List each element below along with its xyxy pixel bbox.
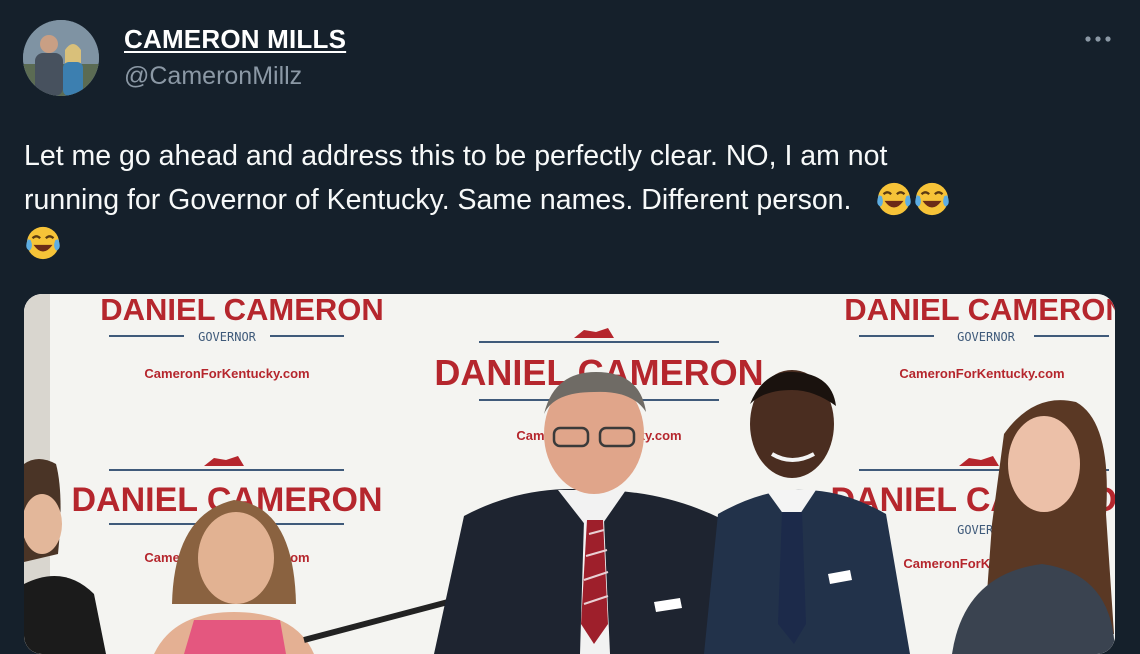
tweet-text-line-2: running for Governor of Kentucky. Same n… (24, 178, 1114, 222)
tweet-text-line-1: Let me go ahead and address this to be p… (24, 140, 888, 172)
banner-site: CameronForKentucky.com (144, 366, 309, 381)
tweet-text: Let me go ahead and address this to be p… (24, 134, 1114, 266)
profile-photo-icon (23, 20, 99, 96)
tweet-media-photo[interactable]: DANIEL CAMERON GOVERNOR CameronForKentuc… (24, 294, 1115, 654)
author-handle[interactable]: @CameronMillz (124, 62, 302, 91)
face-with-tears-of-joy-icon (915, 182, 949, 216)
banner-office: GOVERNOR (198, 330, 257, 344)
face-with-tears-of-joy-icon (26, 226, 60, 260)
face-with-tears-of-joy-icon (877, 182, 911, 216)
banner-office: GOVERNOR (957, 330, 1016, 344)
more-options-button[interactable] (1078, 26, 1118, 52)
press-conference-photo: DANIEL CAMERON GOVERNOR CameronForKentuc… (24, 294, 1115, 654)
avatar[interactable] (23, 20, 99, 96)
tweet-text-line-2-text: running for Governor of Kentucky. Same n… (24, 184, 852, 216)
tweet-text-line-3 (24, 222, 1114, 266)
banner-name: DANIEL CAMERON (844, 294, 1115, 327)
more-icon (1085, 36, 1111, 42)
author-display-name[interactable]: CAMERON MILLS (124, 24, 346, 55)
banner-site: CameronForKentucky.com (899, 366, 1064, 381)
banner-name: DANIEL CAMERON (100, 294, 384, 327)
